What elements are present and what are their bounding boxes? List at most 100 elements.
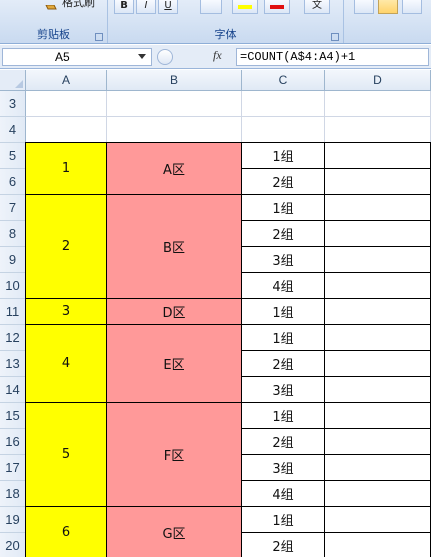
row-header-9[interactable]: 9 (0, 247, 26, 273)
cell-d-data[interactable] (324, 350, 431, 377)
row-header-17[interactable]: 17 (0, 455, 26, 481)
subgroup-cell[interactable]: 4组 (241, 480, 325, 507)
cell-c4[interactable] (242, 117, 325, 143)
area-name-cell[interactable]: E区 (106, 324, 242, 403)
subgroup-cell[interactable]: 1组 (241, 298, 325, 325)
cell-d-data[interactable] (324, 376, 431, 403)
font-color-icon (270, 5, 284, 9)
cell-d3[interactable] (325, 91, 431, 117)
cell-d-data[interactable] (324, 246, 431, 273)
area-name-cell[interactable]: B区 (106, 194, 242, 299)
cell-a4[interactable] (26, 117, 107, 143)
subgroup-cell[interactable]: 1组 (241, 506, 325, 533)
row-header-16[interactable]: 16 (0, 429, 26, 455)
subgroup-cell[interactable]: 4组 (241, 272, 325, 299)
cell-d-data[interactable] (324, 428, 431, 455)
column-header-a[interactable]: A (26, 70, 107, 91)
cell-d-data[interactable] (324, 532, 431, 557)
cell-d-data[interactable] (324, 480, 431, 507)
clipboard-launcher-icon[interactable] (95, 33, 103, 41)
formula-cancel-icon[interactable] (157, 49, 173, 65)
group-number-cell[interactable]: 3 (25, 298, 107, 325)
row-header-13[interactable]: 13 (0, 351, 26, 377)
row-header-19[interactable]: 19 (0, 507, 26, 533)
subgroup-cell[interactable]: 2组 (241, 168, 325, 195)
area-name-cell[interactable]: F区 (106, 402, 242, 507)
cell-b3[interactable] (107, 91, 242, 117)
cell-d4[interactable] (325, 117, 431, 143)
row-header-6[interactable]: 6 (0, 169, 26, 195)
group-number-cell[interactable]: 4 (25, 324, 107, 403)
cell-d-data[interactable] (324, 272, 431, 299)
row-header-10[interactable]: 10 (0, 273, 26, 299)
row-header-20[interactable]: 20 (0, 533, 26, 557)
clipboard-group-label: 剪贴板 (37, 28, 70, 41)
cell-b4[interactable] (107, 117, 242, 143)
area-name-cell[interactable]: A区 (106, 142, 242, 195)
row-header-15[interactable]: 15 (0, 403, 26, 429)
formula-input[interactable]: =COUNT(A$4:A4)+1 (236, 48, 429, 66)
row-header-4[interactable]: 4 (0, 117, 26, 143)
row-header-14[interactable]: 14 (0, 377, 26, 403)
group-number-cell[interactable]: 6 (25, 506, 107, 557)
select-all-corner[interactable] (0, 70, 26, 91)
cell-a3[interactable] (26, 91, 107, 117)
align-left-button[interactable] (354, 0, 374, 14)
border-button[interactable] (200, 0, 222, 14)
group-number-cell[interactable]: 5 (25, 402, 107, 507)
subgroup-cell[interactable]: 2组 (241, 428, 325, 455)
area-name-cell[interactable]: G区 (106, 506, 242, 557)
font-launcher-icon[interactable] (331, 33, 339, 41)
formula-buttons: fx (155, 48, 233, 66)
cell-d-data[interactable] (324, 506, 431, 533)
subgroup-cell[interactable]: 3组 (241, 454, 325, 481)
subgroup-cell[interactable]: 3组 (241, 376, 325, 403)
subgroup-cell[interactable]: 1组 (241, 402, 325, 429)
row-header-3[interactable]: 3 (0, 91, 26, 117)
phonetic-button[interactable]: 文 (304, 0, 330, 14)
fx-icon[interactable]: fx (213, 48, 222, 63)
align-center-button[interactable] (378, 0, 398, 14)
format-painter-icon[interactable] (44, 0, 58, 10)
row-header-8[interactable]: 8 (0, 221, 26, 247)
name-box[interactable]: A5 (2, 48, 152, 66)
row-header-11[interactable]: 11 (0, 299, 26, 325)
subgroup-cell[interactable]: 3组 (241, 246, 325, 273)
subgroup-cell[interactable]: 2组 (241, 220, 325, 247)
subgroup-cell[interactable]: 1组 (241, 324, 325, 351)
group-number-cell[interactable]: 2 (25, 194, 107, 299)
subgroup-cell[interactable]: 1组 (241, 142, 325, 169)
chevron-down-icon[interactable] (138, 54, 146, 59)
cell-d-data[interactable] (324, 194, 431, 221)
fill-color-button[interactable] (232, 0, 258, 14)
italic-button[interactable]: I (136, 0, 156, 14)
row-header-7[interactable]: 7 (0, 195, 26, 221)
cell-c3[interactable] (242, 91, 325, 117)
area-name-cell[interactable]: D区 (106, 298, 242, 325)
column-header-b[interactable]: B (107, 70, 242, 91)
cell-d-data[interactable] (324, 142, 431, 169)
cell-d-data[interactable] (324, 168, 431, 195)
cell-d-data[interactable] (324, 298, 431, 325)
fill-color-icon (238, 5, 252, 9)
cell-d-data[interactable] (324, 402, 431, 429)
cell-d-data[interactable] (324, 324, 431, 351)
row-header-18[interactable]: 18 (0, 481, 26, 507)
subgroup-cell[interactable]: 2组 (241, 532, 325, 557)
align-right-button[interactable] (402, 0, 422, 14)
group-number-cell[interactable]: 1 (25, 142, 107, 195)
cell-d-data[interactable] (324, 454, 431, 481)
spreadsheet-grid: A B C D 3 4 5 6 7 8 9 10 11 12 13 14 15 16 17 18 19 20 1 A区 1组 2组… (0, 70, 431, 557)
font-color-button[interactable] (264, 0, 290, 14)
subgroup-cell[interactable]: 2组 (241, 350, 325, 377)
bold-button[interactable]: B (114, 0, 134, 14)
column-header-c[interactable]: C (242, 70, 325, 91)
column-header-d[interactable]: D (325, 70, 431, 91)
underline-button[interactable]: U (158, 0, 178, 14)
subgroup-cell[interactable]: 1组 (241, 194, 325, 221)
row-header-5[interactable]: 5 (0, 143, 26, 169)
format-painter-label[interactable]: 格式刷 (62, 0, 95, 10)
cell-d-data[interactable] (324, 220, 431, 247)
row-header-12[interactable]: 12 (0, 325, 26, 351)
font-group-label: 字体 (214, 28, 237, 41)
